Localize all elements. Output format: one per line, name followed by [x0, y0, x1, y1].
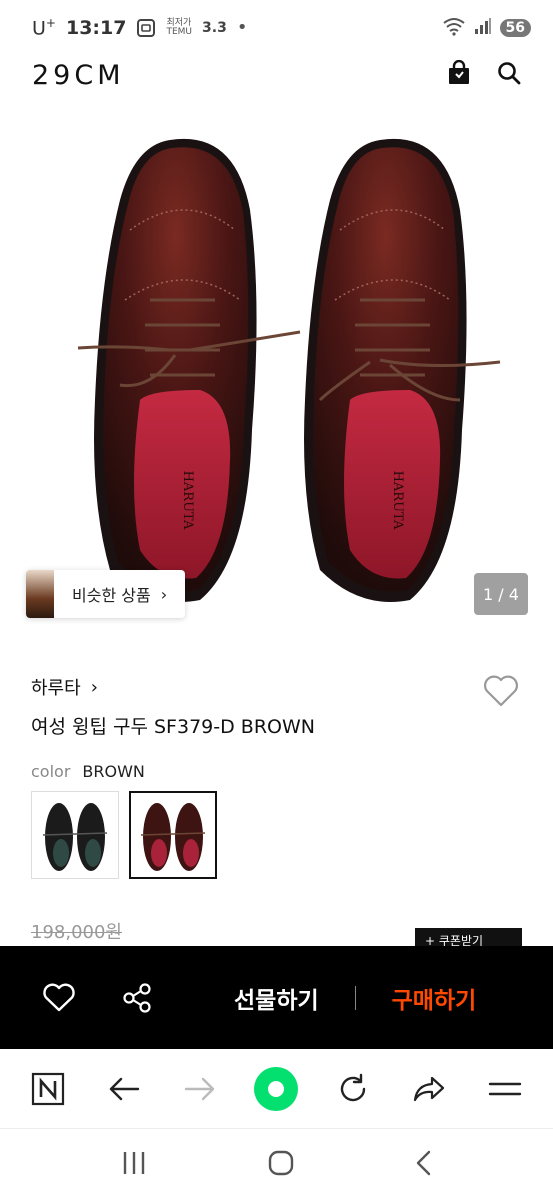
- status-left: U+ 13:17 최저가 TEMU 3.3 •: [32, 16, 247, 39]
- back-arrow-icon[interactable]: [94, 1059, 154, 1119]
- chevron-right-icon: ›: [90, 676, 98, 698]
- app-header: 29CM: [0, 56, 553, 94]
- clock: 13:17: [65, 16, 127, 39]
- status-right: 56: [442, 16, 531, 41]
- back-chevron-icon[interactable]: [414, 1149, 434, 1181]
- image-page-counter: 1 / 4: [474, 573, 528, 615]
- brand-link[interactable]: 하루타 ›: [31, 674, 98, 700]
- browser-toolbar: [0, 1049, 553, 1129]
- heart-icon[interactable]: [30, 983, 88, 1013]
- battery-icon: 56: [499, 19, 531, 37]
- selected-color-value: BROWN: [82, 762, 145, 781]
- buy-button[interactable]: 구매하기: [392, 981, 477, 1015]
- product-image-carousel[interactable]: HARUTA HARUTA 비슷한 상품 › 1 / 4: [0, 100, 553, 640]
- status-bar: U+ 13:17 최저가 TEMU 3.3 • 56: [0, 0, 553, 56]
- coupon-button[interactable]: + 쿠폰받기: [415, 928, 522, 946]
- color-swatches: [31, 791, 217, 879]
- header-actions: [447, 59, 521, 90]
- similar-products-label: 비슷한 상품: [72, 586, 151, 605]
- carrier-label: U+: [32, 16, 56, 40]
- svg-text:HARUTA: HARUTA: [390, 471, 405, 530]
- temu-rating: 3.3: [202, 19, 227, 36]
- recents-icon[interactable]: [120, 1150, 148, 1180]
- chevron-right-icon: ›: [160, 584, 168, 604]
- swatch-brown[interactable]: [129, 791, 217, 879]
- right-shoe: HARUTA: [304, 138, 501, 602]
- wifi-icon: [442, 16, 466, 41]
- refresh-icon[interactable]: [323, 1059, 383, 1119]
- color-selector-label: color BROWN: [31, 762, 145, 781]
- original-price: 198,000원: [31, 922, 122, 943]
- color-label: color: [31, 762, 71, 781]
- system-navigation-bar: [0, 1129, 553, 1200]
- home-circle-icon[interactable]: [267, 1149, 295, 1181]
- menu-icon[interactable]: [475, 1059, 535, 1119]
- forward-arrow-icon[interactable]: [170, 1059, 230, 1119]
- temu-notification: 최저가 TEMU: [166, 17, 193, 37]
- share-arrow-icon[interactable]: [399, 1059, 459, 1119]
- purchase-action-bar: 선물하기 구매하기: [0, 946, 553, 1049]
- cta-divider: [354, 985, 356, 1010]
- signal-icon: [474, 17, 492, 40]
- screenshot-icon: [136, 18, 156, 38]
- brand-name: 하루타: [31, 678, 81, 699]
- gift-button[interactable]: 선물하기: [234, 981, 319, 1015]
- product-title: 여성 윙팁 구두 SF379-D BROWN: [31, 716, 315, 738]
- left-shoe: HARUTA: [77, 138, 301, 602]
- brown-shoe-thumbnail: [140, 803, 206, 871]
- swatch-black[interactable]: [31, 791, 119, 879]
- similar-product-thumbnail: [26, 570, 54, 618]
- naver-n-icon[interactable]: [18, 1059, 78, 1119]
- notification-dot: •: [236, 17, 248, 39]
- svg-text:HARUTA: HARUTA: [180, 471, 195, 530]
- wishlist-heart-icon[interactable]: [482, 674, 520, 712]
- shopping-bag-icon[interactable]: [447, 59, 471, 90]
- similar-products-button[interactable]: 비슷한 상품 ›: [26, 570, 186, 618]
- product-image: HARUTA HARUTA: [77, 138, 501, 602]
- black-shoe-thumbnail: [42, 803, 108, 871]
- share-icon[interactable]: [108, 982, 166, 1014]
- search-icon[interactable]: [497, 61, 521, 89]
- green-home-icon[interactable]: [246, 1059, 306, 1119]
- brand-logo[interactable]: 29CM: [32, 60, 125, 91]
